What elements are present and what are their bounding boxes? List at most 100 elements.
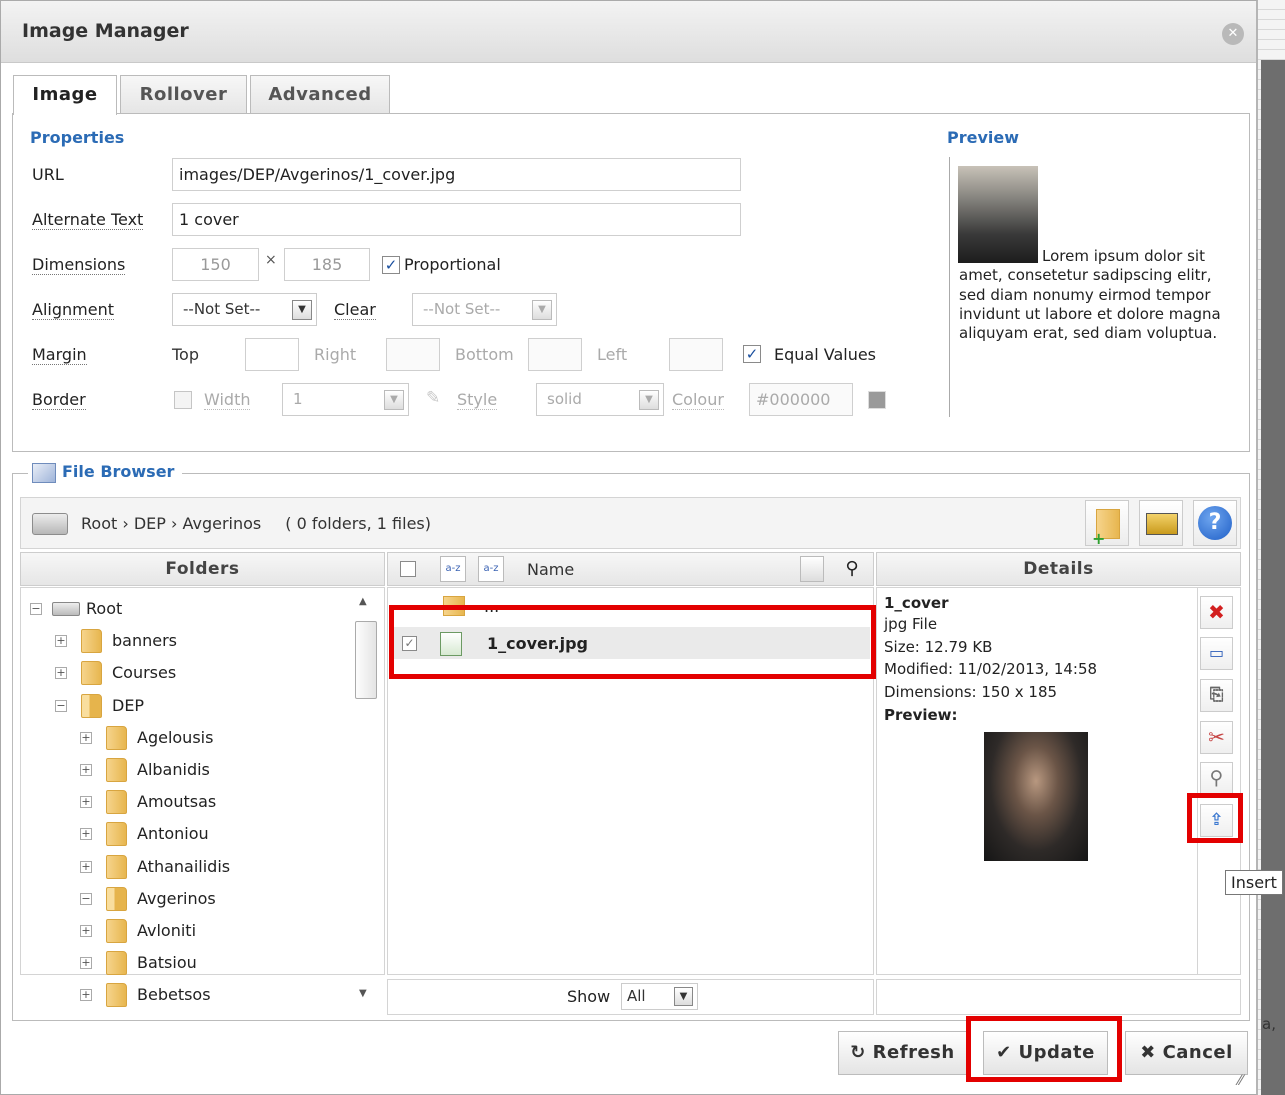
background-page: [1256, 0, 1285, 1095]
select-all-checkbox[interactable]: [400, 561, 416, 577]
expand-icon[interactable]: +: [80, 957, 92, 969]
detail-preview-image: [984, 732, 1088, 861]
upload-button[interactable]: [1139, 500, 1183, 546]
folder-icon: [106, 919, 127, 943]
expand-icon[interactable]: +: [80, 764, 92, 776]
collapse-icon[interactable]: −: [30, 603, 42, 615]
cut-icon[interactable]: ✂: [1200, 721, 1233, 754]
expand-icon[interactable]: +: [80, 861, 92, 873]
dimensions-label: Dimensions: [32, 255, 126, 275]
chevron-down-icon: ▼: [674, 987, 693, 1006]
refresh-button[interactable]: ↻ Refresh: [838, 1031, 967, 1075]
cancel-icon: ✖: [1140, 1042, 1156, 1063]
details-view-icon[interactable]: [800, 556, 824, 582]
colour-picker-swatch[interactable]: [868, 391, 886, 409]
dialog-titlebar[interactable]: [1, 1, 1256, 63]
alt-text-input[interactable]: 1 cover: [172, 203, 741, 236]
expand-icon[interactable]: +: [80, 828, 92, 840]
alt-text-label: Alternate Text: [32, 210, 144, 230]
folder-item[interactable]: − DEP: [55, 694, 330, 718]
folder-item[interactable]: + Albanidis: [80, 758, 330, 782]
delete-icon[interactable]: ✖: [1200, 596, 1233, 629]
actions-divider: [1197, 588, 1198, 974]
cancel-button[interactable]: ✖ Cancel: [1125, 1031, 1248, 1075]
alignment-select[interactable]: --Not Set-- ▼: [172, 293, 317, 326]
detail-dimensions: Dimensions: 150 x 185: [884, 683, 1058, 701]
sort-asc-icon[interactable]: a‑z: [440, 556, 466, 582]
highlight-insert: [1187, 793, 1243, 843]
scroll-down-icon[interactable]: ▼: [359, 988, 367, 999]
url-label: URL: [32, 165, 64, 184]
copy-icon[interactable]: ⎘: [1200, 679, 1233, 712]
expand-icon[interactable]: +: [80, 796, 92, 808]
border-colour-input[interactable]: #000000: [749, 383, 853, 416]
clear-select[interactable]: --Not Set-- ▼: [412, 293, 557, 326]
plus-icon: +: [1092, 529, 1106, 548]
expand-icon[interactable]: +: [55, 635, 67, 647]
folder-item[interactable]: + banners: [55, 629, 330, 653]
help-button[interactable]: ?: [1193, 500, 1237, 546]
equal-values-checkbox[interactable]: ✓: [743, 345, 761, 363]
folder-item[interactable]: + Bebetsos: [80, 983, 330, 1007]
folder-item[interactable]: − Root: [30, 597, 330, 621]
margin-left-input[interactable]: [669, 338, 723, 371]
highlight-file-row: [389, 605, 876, 679]
folder-item[interactable]: + Avloniti: [80, 919, 330, 943]
folder-label: Albanidis: [137, 760, 210, 779]
folder-label: Athanailidis: [137, 857, 231, 876]
width-input[interactable]: 150: [172, 248, 259, 281]
folder-item[interactable]: + Antoniou: [80, 822, 330, 846]
preview-heading: Preview: [947, 128, 1020, 147]
folder-item[interactable]: + Batsiou: [80, 951, 330, 975]
tab-advanced[interactable]: Advanced: [250, 75, 390, 114]
margin-bottom-input[interactable]: [528, 338, 582, 371]
resize-grip-icon[interactable]: ⁄⁄: [1238, 1073, 1243, 1089]
folder-item[interactable]: − Avgerinos: [80, 887, 330, 911]
margin-top-input[interactable]: [245, 338, 299, 371]
name-column-label[interactable]: Name: [527, 560, 574, 579]
url-input[interactable]: images/DEP/Avgerinos/1_cover.jpg: [172, 158, 741, 191]
border-checkbox[interactable]: [174, 391, 192, 409]
folder-icon: [106, 983, 127, 1007]
cancel-label: Cancel: [1162, 1042, 1233, 1063]
rename-icon[interactable]: ▭: [1200, 637, 1233, 670]
expand-icon[interactable]: +: [55, 667, 67, 679]
clear-value: --Not Set--: [423, 300, 501, 318]
tab-rollover[interactable]: Rollover: [120, 75, 247, 114]
expand-icon[interactable]: +: [80, 989, 92, 1001]
proportional-checkbox[interactable]: ✓: [382, 256, 400, 274]
folder-item[interactable]: + Amoutsas: [80, 790, 330, 814]
folder-item[interactable]: + Athanailidis: [80, 855, 330, 879]
file-browser-title: File Browser: [62, 462, 175, 481]
show-select[interactable]: All ▼: [621, 983, 698, 1010]
height-input[interactable]: 185: [284, 248, 370, 281]
border-style-select[interactable]: solid ▼: [536, 383, 664, 416]
folder-label: Bebetsos: [137, 985, 211, 1004]
pencil-icon: ✎: [426, 388, 441, 408]
border-width-select[interactable]: 1 ▼: [282, 383, 409, 416]
chevron-down-icon: ▼: [639, 390, 659, 410]
show-value: All: [627, 987, 646, 1005]
tab-image[interactable]: Image: [13, 75, 117, 115]
expand-icon[interactable]: +: [80, 925, 92, 937]
search-icon[interactable]: ⚲: [840, 556, 864, 582]
margin-right-input[interactable]: [386, 338, 440, 371]
folder-icon: [106, 726, 127, 750]
equal-values-label: Equal Values: [774, 345, 877, 364]
folder-icon: [106, 822, 127, 846]
collapse-icon[interactable]: −: [55, 700, 67, 712]
view-icon[interactable]: ⚲: [1200, 762, 1233, 795]
folder-item[interactable]: + Courses: [55, 661, 330, 685]
drive-icon: [52, 602, 80, 616]
clear-label: Clear: [334, 300, 376, 320]
collapse-icon[interactable]: −: [80, 893, 92, 905]
new-folder-button[interactable]: +: [1085, 500, 1129, 548]
close-icon[interactable]: ✕: [1222, 23, 1244, 45]
folder-label: Agelousis: [137, 728, 214, 747]
expand-icon[interactable]: +: [80, 732, 92, 744]
scroll-thumb[interactable]: [355, 621, 377, 699]
scroll-up-icon[interactable]: ▲: [359, 596, 367, 607]
folders-header: Folders: [20, 552, 385, 586]
sort-desc-icon[interactable]: a‑z: [478, 556, 504, 582]
folder-item[interactable]: + Agelousis: [80, 726, 330, 750]
